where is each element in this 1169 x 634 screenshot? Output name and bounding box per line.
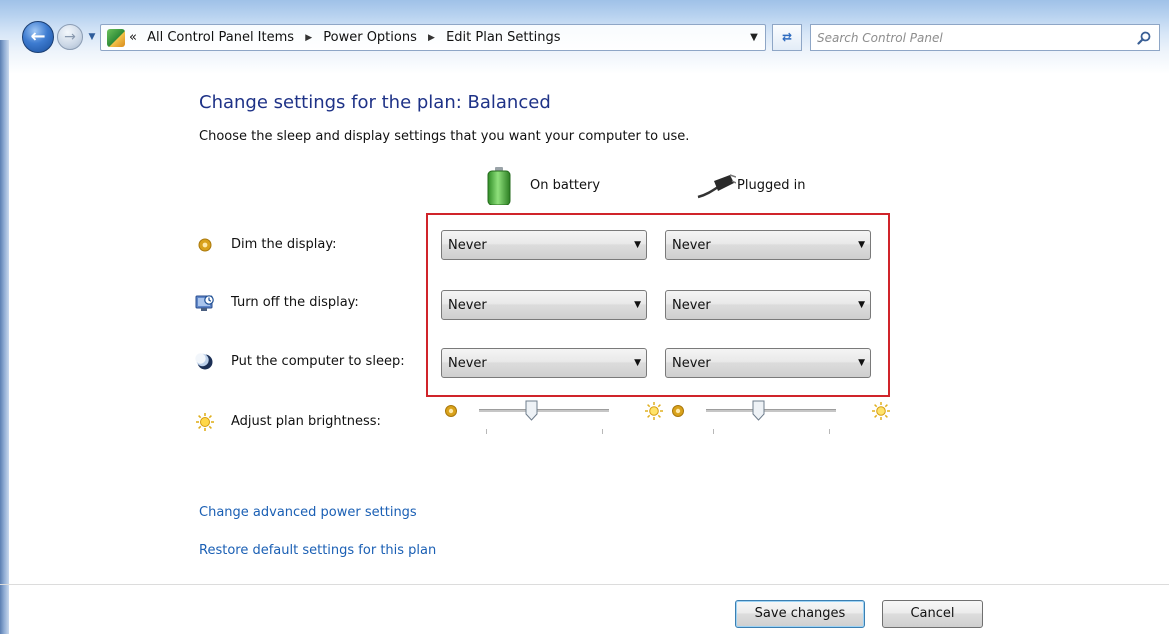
breadcrumb-overflow-chevron[interactable]: «: [129, 29, 137, 47]
plug-icon: [697, 174, 736, 199]
address-dropdown-button[interactable]: ▼: [743, 25, 765, 50]
column-label-plugged: Plugged in: [737, 178, 806, 193]
column-label-battery: On battery: [530, 178, 601, 193]
slider-tick: [486, 429, 487, 434]
breadcrumb-item-power-options[interactable]: Power Options: [323, 29, 417, 47]
page-title: Change settings for the plan: Balanced: [199, 92, 551, 113]
address-bar[interactable]: « All Control Panel Items ▶ Power Option…: [100, 24, 766, 51]
footer-divider: [0, 584, 1169, 585]
brightness-icon: [196, 413, 214, 431]
chevron-down-icon: ▼: [634, 300, 641, 310]
slider-track[interactable]: [706, 409, 836, 412]
page-subtitle: Choose the sleep and display settings th…: [199, 129, 690, 144]
back-button[interactable]: ←: [22, 21, 54, 53]
sleep-icon: [195, 353, 213, 370]
setting-label: Turn off the display:: [231, 295, 359, 310]
forward-button[interactable]: →: [57, 24, 83, 50]
dim-display-icon: [198, 238, 212, 252]
search-icon[interactable]: [1137, 31, 1151, 45]
breadcrumb-item-control-panel[interactable]: All Control Panel Items: [147, 29, 294, 47]
chevron-down-icon: ▼: [858, 358, 865, 368]
chevron-down-icon: ▼: [634, 240, 641, 250]
slider-thumb[interactable]: [752, 400, 765, 421]
brightness-slider-plugged[interactable]: [671, 399, 891, 439]
breadcrumb-arrow-icon[interactable]: ▶: [305, 29, 312, 47]
sleep-plugged-select[interactable]: Never ▼: [665, 348, 871, 378]
control-panel-icon: [107, 29, 125, 47]
setting-label: Put the computer to sleep:: [231, 354, 405, 369]
column-header-plugged: Plugged in: [696, 165, 846, 209]
brightness-low-icon: [672, 405, 684, 417]
turn-off-display-battery-select[interactable]: Never ▼: [441, 290, 647, 320]
breadcrumb-item-edit-plan[interactable]: Edit Plan Settings: [446, 29, 560, 47]
display-off-icon: [195, 295, 214, 311]
dim-display-battery-select[interactable]: Never ▼: [441, 230, 647, 260]
turn-off-display-plugged-select[interactable]: Never ▼: [665, 290, 871, 320]
window-frame-edge: [0, 40, 9, 634]
search-input[interactable]: [817, 28, 1117, 47]
chevron-down-icon: ▼: [858, 300, 865, 310]
slider-tick: [602, 429, 603, 434]
recent-pages-button[interactable]: ▼: [86, 31, 98, 43]
select-value: Never: [448, 298, 487, 313]
slider-tick: [829, 429, 830, 434]
slider-track[interactable]: [479, 409, 609, 412]
select-value: Never: [672, 356, 711, 371]
select-value: Never: [672, 238, 711, 253]
brightness-low-icon: [445, 405, 457, 417]
setting-label: Dim the display:: [231, 237, 337, 252]
brightness-slider-battery[interactable]: [444, 399, 664, 439]
select-value: Never: [448, 238, 487, 253]
restore-defaults-link[interactable]: Restore default settings for this plan: [199, 543, 436, 558]
sleep-battery-select[interactable]: Never ▼: [441, 348, 647, 378]
column-header-battery: On battery: [487, 165, 637, 209]
dim-display-plugged-select[interactable]: Never ▼: [665, 230, 871, 260]
chevron-down-icon: ▼: [634, 358, 641, 368]
select-value: Never: [448, 356, 487, 371]
slider-tick: [713, 429, 714, 434]
select-value: Never: [672, 298, 711, 313]
brightness-high-icon: [645, 402, 663, 420]
save-changes-button[interactable]: Save changes: [735, 600, 865, 628]
chevron-down-icon: ▼: [858, 240, 865, 250]
slider-thumb[interactable]: [525, 400, 538, 421]
battery-icon: [487, 167, 511, 205]
breadcrumb-arrow-icon[interactable]: ▶: [428, 29, 435, 47]
advanced-power-settings-link[interactable]: Change advanced power settings: [199, 505, 417, 520]
search-box[interactable]: [810, 24, 1160, 51]
cancel-button[interactable]: Cancel: [882, 600, 983, 628]
breadcrumb: « All Control Panel Items ▶ Power Option…: [129, 29, 561, 47]
brightness-high-icon: [872, 402, 890, 420]
setting-label: Adjust plan brightness:: [231, 414, 381, 429]
refresh-button[interactable]: ⇄: [772, 24, 802, 51]
